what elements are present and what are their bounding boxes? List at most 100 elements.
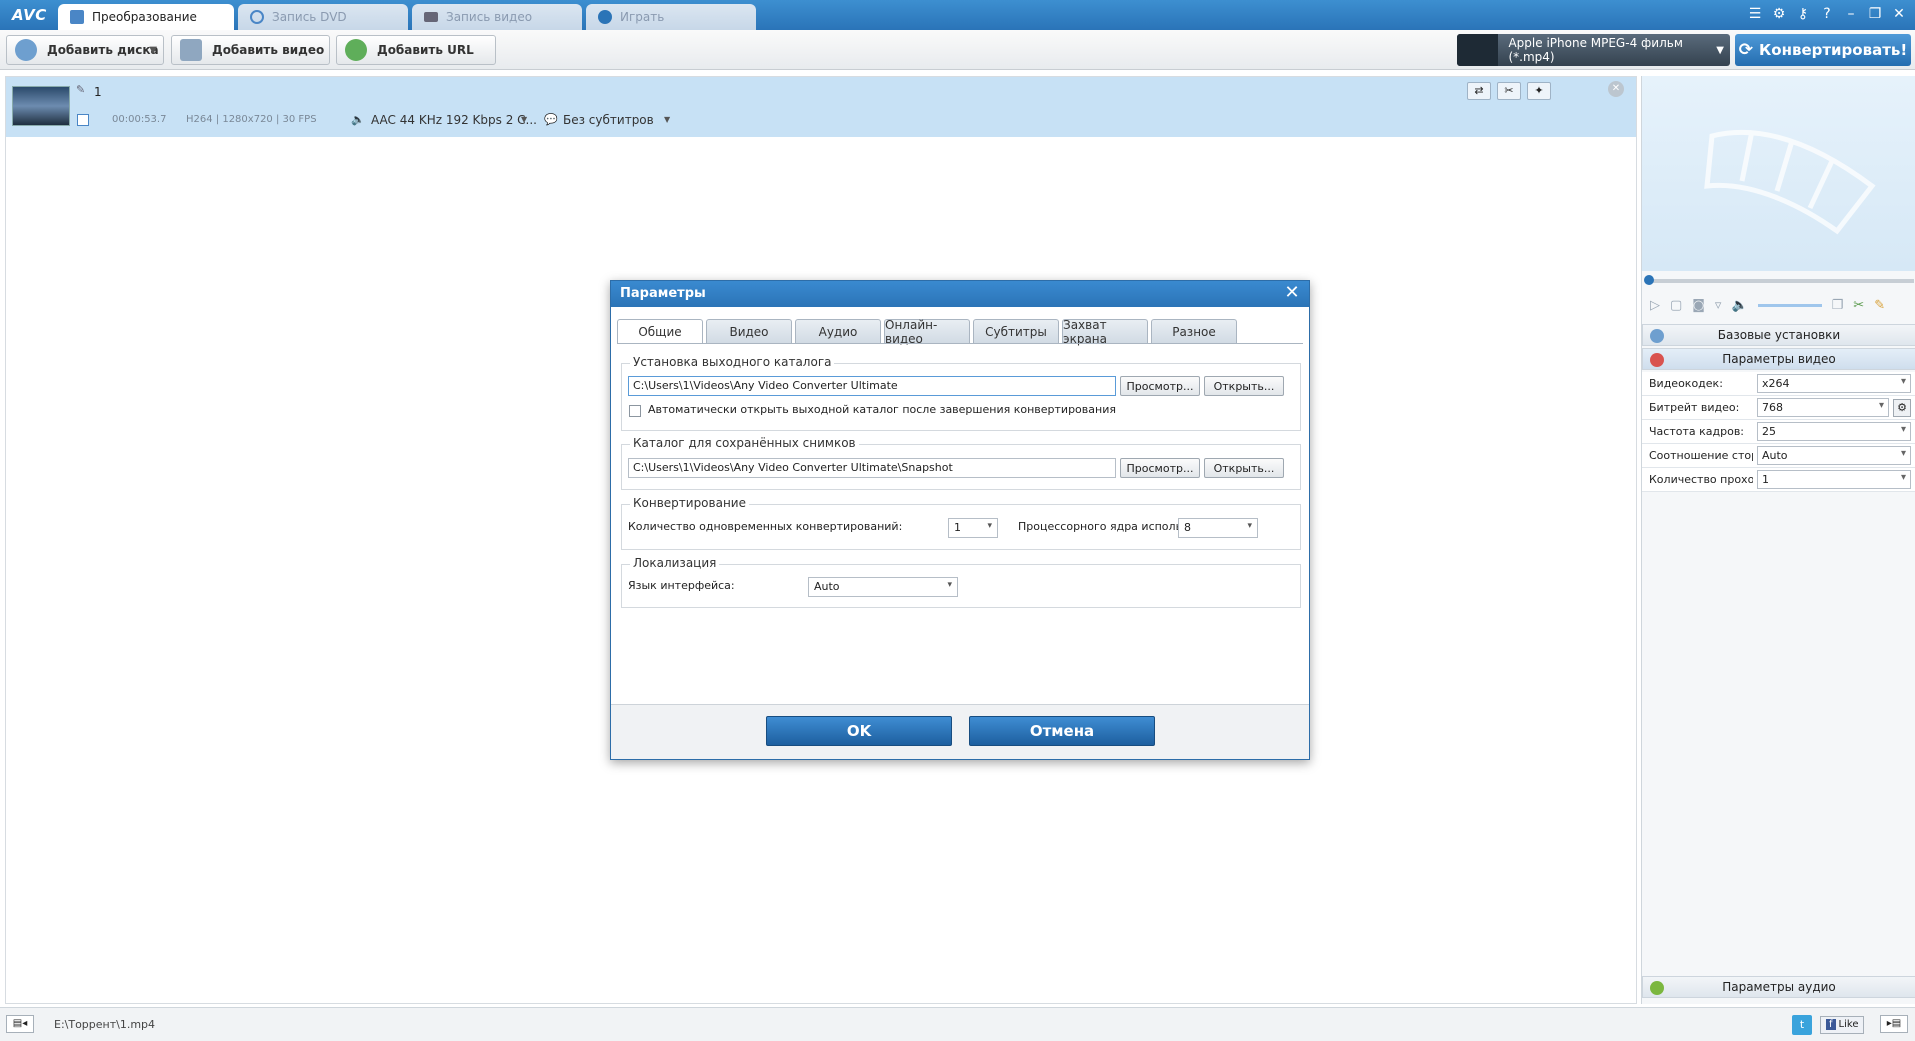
play-icon[interactable]: ▷	[1650, 298, 1660, 313]
auto-open-checkbox[interactable]	[629, 405, 641, 417]
prop-label: Частота кадров:	[1649, 425, 1745, 438]
tab-convert[interactable]: Преобразование	[58, 4, 234, 30]
frame-rate-select[interactable]: 25	[1757, 422, 1911, 441]
simultaneous-label: Количество одновременных конвертирований…	[628, 520, 903, 533]
close-icon[interactable]: ✕	[1889, 4, 1909, 24]
tab-subtitles[interactable]: Субтитры	[973, 319, 1059, 343]
file-subtitles[interactable]: Без субтитров	[563, 113, 654, 127]
cores-select[interactable]: 8	[1178, 518, 1258, 538]
audio-section-icon	[1650, 981, 1664, 995]
snapshot-browse-button[interactable]: Просмотр...	[1120, 458, 1200, 478]
facebook-like-button[interactable]: f Like	[1820, 1016, 1865, 1034]
chevron-down-icon[interactable]: ▼	[149, 45, 157, 56]
cancel-button[interactable]: Отмена	[969, 716, 1155, 746]
video-bitrate-select[interactable]: 768	[1757, 398, 1889, 417]
tab-play-label: Играть	[620, 10, 665, 24]
stop-icon[interactable]: ▢	[1670, 298, 1682, 313]
file-audio-info[interactable]: AAC 44 KHz 192 Kbps 2 C...	[371, 113, 537, 127]
tab-record[interactable]: Запись видео	[412, 4, 582, 30]
add-url-button[interactable]: Добавить URL	[336, 35, 496, 65]
tab-screen-capture[interactable]: Захват экрана	[1062, 318, 1148, 346]
file-name: 1	[94, 85, 102, 99]
cut-icon[interactable]: ✂	[1497, 82, 1521, 100]
key-icon[interactable]: ⚷	[1793, 4, 1813, 24]
toolbar: Добавить диска ▼ Добавить видео Добавить…	[0, 30, 1915, 70]
menu-icon[interactable]: ☰	[1745, 4, 1765, 24]
volume-slider[interactable]	[1757, 303, 1822, 307]
snapshot-open-button[interactable]: Открыть...	[1204, 458, 1284, 478]
file-duration: 00:00:53.7	[112, 114, 167, 125]
title-bar: AVC Преобразование Запись DVD Запись вид…	[0, 0, 1915, 30]
toggle-right-panel-icon[interactable]: ▸▤	[1880, 1015, 1908, 1033]
output-browse-button[interactable]: Просмотр...	[1120, 376, 1200, 396]
profile-select[interactable]: Apple iPhone MPEG-4 фильм (*.mp4) ▼	[1457, 34, 1730, 66]
tab-dvd[interactable]: Запись DVD	[238, 4, 408, 30]
toggle-panel-icon[interactable]: ▤◂	[6, 1015, 34, 1033]
output-path-input[interactable]: C:\Users\1\Videos\Any Video Converter Ul…	[628, 376, 1116, 396]
seek-handle[interactable]	[1644, 275, 1654, 285]
add-url-label: Добавить URL	[377, 43, 474, 57]
film-add-icon	[180, 39, 202, 61]
locale-group: Локализация Язык интерфейса: Auto	[621, 556, 1301, 608]
edit-icon[interactable]: ✎	[76, 83, 85, 96]
basic-settings-label: Базовые установки	[1717, 328, 1841, 342]
dialog-close-icon[interactable]: ✕	[1283, 284, 1301, 302]
tab-play[interactable]: Играть	[586, 4, 756, 30]
prop-label: Битрейт видео:	[1649, 401, 1740, 414]
subtitle-dropdown-icon[interactable]: ▼	[664, 115, 670, 124]
snapshot-group: Каталог для сохранённых снимков C:\Users…	[621, 436, 1301, 490]
maximize-icon[interactable]: ❐	[1865, 4, 1885, 24]
dropdown-icon[interactable]: ▿	[1715, 298, 1722, 313]
minimize-icon[interactable]: –	[1841, 4, 1861, 24]
tab-misc[interactable]: Разное	[1151, 319, 1237, 343]
record-icon	[424, 12, 438, 22]
passes-select[interactable]: 1	[1757, 470, 1911, 489]
basic-settings-header[interactable]: Базовые установки	[1642, 324, 1915, 346]
aspect-ratio-select[interactable]: Auto	[1757, 446, 1911, 465]
video-params-label: Параметры видео	[1722, 352, 1836, 366]
prop-video-codec: Видеокодек: x264	[1642, 372, 1915, 396]
dialog-tabs: Общие Видео Аудио Онлайн-видео Субтитры …	[617, 318, 1237, 346]
video-params-header[interactable]: Параметры видео	[1642, 348, 1915, 370]
convert-tab-icon	[70, 10, 84, 24]
output-open-button[interactable]: Открыть...	[1204, 376, 1284, 396]
profile-label: Apple iPhone MPEG-4 фильм (*.mp4)	[1508, 36, 1683, 64]
video-codec-select[interactable]: x264	[1757, 374, 1911, 393]
magic-icon[interactable]: ✦	[1527, 82, 1551, 100]
convert-button[interactable]: ⟳ Конвертировать!	[1735, 34, 1911, 66]
help-icon[interactable]: ?	[1817, 4, 1837, 24]
refresh-icon: ⟳	[1738, 40, 1754, 60]
wand-icon[interactable]: ✎	[1874, 298, 1885, 313]
tab-online-video[interactable]: Онлайн-видео	[884, 318, 970, 346]
subtitle-icon: 💬	[544, 113, 558, 126]
language-select[interactable]: Auto	[808, 577, 958, 597]
remove-item-icon[interactable]: ✕	[1608, 81, 1624, 97]
film-strip-icon	[1704, 129, 1876, 235]
ok-button[interactable]: OK	[766, 716, 952, 746]
snapshot-path-input[interactable]: C:\Users\1\Videos\Any Video Converter Ul…	[628, 458, 1116, 478]
tab-general[interactable]: Общие	[617, 319, 703, 344]
audio-dropdown-icon[interactable]: ▼	[521, 115, 527, 124]
audio-params-header[interactable]: Параметры аудио	[1642, 976, 1915, 998]
file-row[interactable]: ✎ 1 00:00:53.7 H264 | 1280x720 | 30 FPS …	[6, 77, 1636, 137]
tab-audio[interactable]: Аудио	[795, 319, 881, 343]
simultaneous-select[interactable]: 1	[948, 518, 998, 538]
disc-icon	[250, 10, 264, 24]
status-bar: ▤◂ E:\Торрент\1.mp4 t f Like ▸▤	[0, 1007, 1915, 1041]
gear-icon[interactable]: ⚙	[1893, 399, 1911, 417]
add-video-button[interactable]: Добавить видео	[171, 35, 330, 65]
tab-video[interactable]: Видео	[706, 319, 792, 343]
copy-icon[interactable]: ❐	[1832, 298, 1844, 313]
add-disc-button[interactable]: Добавить диска ▼	[6, 35, 164, 65]
volume-icon[interactable]: 🔈	[1731, 298, 1747, 313]
scissors-icon[interactable]: ✂	[1853, 298, 1864, 313]
file-checkbox[interactable]	[77, 114, 89, 126]
prop-passes: Количество проход 1	[1642, 468, 1915, 492]
twitter-icon[interactable]: t	[1792, 1015, 1812, 1035]
settings-section-icon	[1650, 329, 1664, 343]
transcode-icon[interactable]: ⇄	[1467, 82, 1491, 100]
seek-bar[interactable]	[1644, 275, 1914, 285]
settings-icon[interactable]: ⚙	[1769, 4, 1789, 24]
snapshot-icon[interactable]: ◙	[1692, 298, 1705, 313]
prop-aspect-ratio: Соотношение стор Auto	[1642, 444, 1915, 468]
